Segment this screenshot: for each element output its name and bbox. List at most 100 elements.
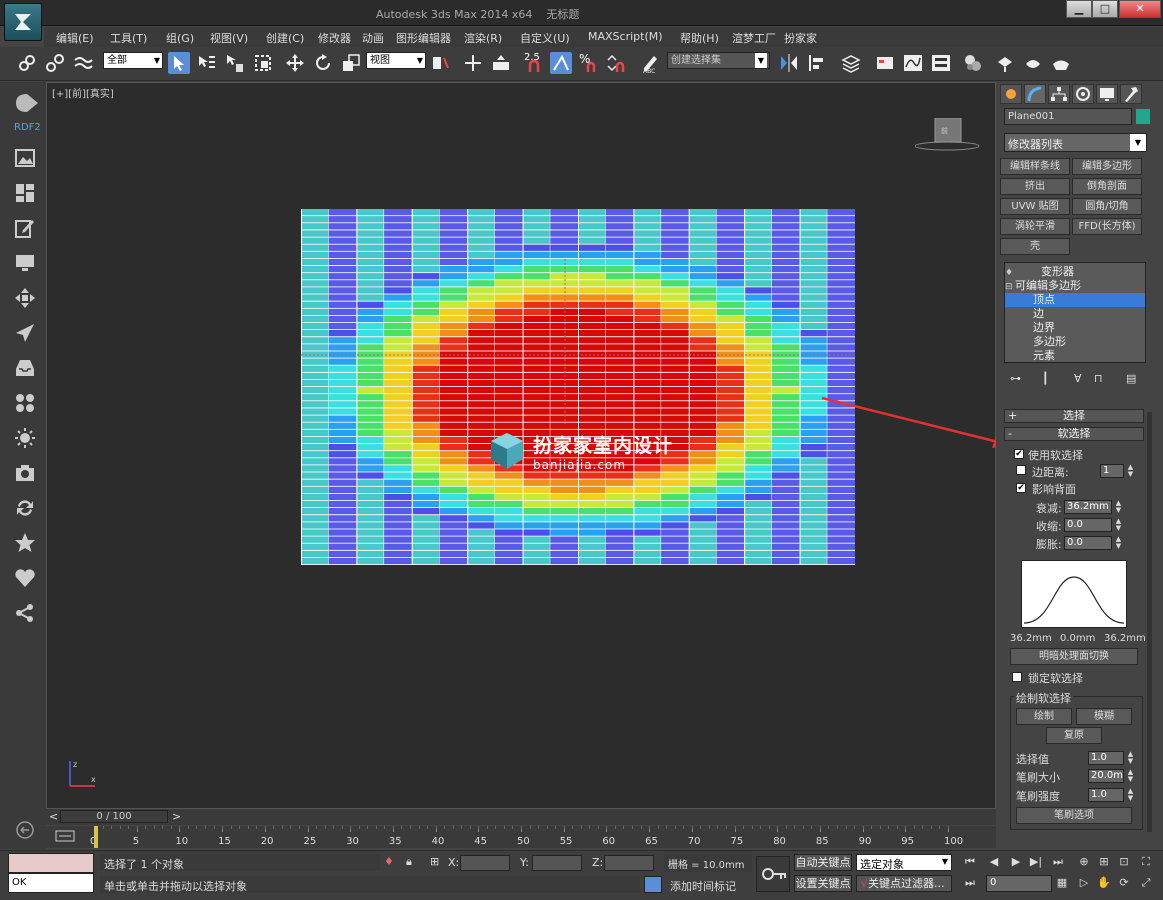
percent-snap-icon[interactable]: % bbox=[578, 52, 600, 74]
modifier-button-1[interactable]: 编辑多边形 bbox=[1072, 158, 1142, 175]
pinch-spinner[interactable]: 0.0 bbox=[1064, 518, 1112, 532]
revert-button[interactable]: 复原 bbox=[1046, 727, 1102, 744]
blur-button[interactable]: 模糊 bbox=[1076, 708, 1132, 725]
edit-named-selection-icon[interactable]: ABC bbox=[640, 52, 662, 75]
menu-item-13[interactable]: 扮家家 bbox=[784, 30, 817, 46]
object-name-field[interactable]: Plane001 bbox=[1004, 108, 1132, 125]
maximize-viewport-icon[interactable]: ⤢ bbox=[1138, 875, 1154, 891]
modifier-button-0[interactable]: 编辑样条线 bbox=[1000, 158, 1070, 175]
brush-strength-spinner[interactable]: 1.0 bbox=[1088, 788, 1124, 802]
menu-item-2[interactable]: 组(G) bbox=[166, 30, 194, 46]
time-configuration-icon[interactable]: ▦ bbox=[1054, 875, 1070, 891]
rotate-icon[interactable] bbox=[312, 52, 334, 74]
previous-frame-icon[interactable]: ◀ bbox=[986, 854, 1002, 870]
remove-modifier-icon[interactable]: ⊓ bbox=[1094, 372, 1103, 385]
monitor-icon[interactable] bbox=[14, 252, 36, 274]
key-mode-dropdown[interactable]: 选定对象 ▼ bbox=[856, 854, 952, 871]
edge-distance-spinner[interactable]: 1 bbox=[1100, 464, 1124, 478]
collapse-icon[interactable]: ⊟ bbox=[1005, 280, 1013, 294]
menu-item-6[interactable]: 动画 bbox=[362, 30, 384, 46]
menu-item-9[interactable]: 自定义(U) bbox=[520, 30, 570, 46]
star-icon[interactable] bbox=[14, 532, 36, 554]
field-of-view-icon[interactable]: ▷ bbox=[1076, 875, 1092, 891]
menu-item-5[interactable]: 修改器 bbox=[318, 30, 351, 46]
light-bulb-icon[interactable]: ♦ bbox=[1005, 266, 1015, 280]
selection-lock-icon[interactable]: 🔒︎ bbox=[406, 855, 412, 869]
menu-item-10[interactable]: MAXScript(M) bbox=[588, 30, 663, 43]
stack-item[interactable]: 元素 bbox=[1005, 349, 1145, 363]
align-icon[interactable] bbox=[806, 52, 828, 74]
go-to-end-icon[interactable]: ⏭ bbox=[1050, 854, 1066, 870]
maxscript-listener-output[interactable]: OK bbox=[8, 873, 94, 893]
menu-item-11[interactable]: 帮助(H) bbox=[680, 30, 719, 46]
rendered-frame-window-icon[interactable] bbox=[1022, 52, 1044, 74]
share-icon[interactable] bbox=[14, 602, 36, 624]
stack-item[interactable]: 边 bbox=[1005, 307, 1145, 321]
render-production-icon[interactable] bbox=[1050, 52, 1072, 74]
tab-display[interactable] bbox=[1096, 84, 1118, 104]
auto-key-button[interactable]: 自动关键点 bbox=[794, 854, 852, 871]
current-frame-marker[interactable] bbox=[94, 826, 98, 848]
sync-icon[interactable] bbox=[14, 497, 36, 519]
time-slider-handle[interactable]: 0 / 100 bbox=[60, 810, 168, 823]
brush-size-spinner[interactable]: 20.0mm bbox=[1088, 769, 1124, 783]
time-prev-arrow[interactable]: < bbox=[49, 810, 58, 823]
stack-item[interactable]: 多边形 bbox=[1005, 335, 1145, 349]
maximize-button[interactable]: □ bbox=[1092, 0, 1118, 18]
stack-item[interactable]: 顶点 bbox=[1005, 293, 1145, 307]
menu-item-1[interactable]: 工具(T) bbox=[110, 30, 147, 46]
menu-item-4[interactable]: 创建(C) bbox=[266, 30, 304, 46]
stack-item[interactable]: ♦ 变形器 bbox=[1005, 265, 1145, 279]
isolate-selection-icon[interactable]: ♦ bbox=[384, 855, 394, 868]
viewport-label[interactable]: [+][前][真实] bbox=[52, 85, 114, 100]
add-time-tag[interactable]: 添加时间标记 bbox=[670, 878, 736, 894]
brush-options-button[interactable]: 笔刷选项 bbox=[1016, 807, 1132, 824]
pin-stack-icon[interactable]: ⊶ bbox=[1010, 372, 1021, 385]
menu-item-7[interactable]: 图形编辑器 bbox=[396, 30, 451, 46]
snaps-toggle-icon[interactable]: 2.5 bbox=[522, 52, 544, 74]
stack-item[interactable]: ⊟ 可编辑多边形 bbox=[1005, 279, 1145, 293]
edge-distance-spinner-arrows[interactable]: ▲ ▼ bbox=[1126, 464, 1135, 478]
rollout-soft-selection-header[interactable]: - 软选择 bbox=[1004, 427, 1144, 441]
tab-utilities[interactable] bbox=[1120, 84, 1142, 104]
airplane-icon[interactable] bbox=[14, 322, 36, 344]
dashboard-icon[interactable] bbox=[14, 182, 36, 204]
time-tag-icon[interactable] bbox=[644, 876, 662, 893]
selection-filter-dropdown[interactable]: 全部 ▼ bbox=[103, 52, 163, 69]
modifier-button-3[interactable]: 倒角剖面 bbox=[1072, 178, 1142, 195]
zoom-extents-icon[interactable]: ⊡ bbox=[1116, 854, 1132, 870]
menu-item-12[interactable]: 渲梦工厂 bbox=[732, 30, 776, 46]
stack-item[interactable]: 边界 bbox=[1005, 321, 1145, 335]
key-filters-button[interactable]: √关键点过滤器... bbox=[856, 875, 952, 892]
angle-snap-icon[interactable] bbox=[550, 52, 572, 74]
minimize-button[interactable]: ▁ bbox=[1066, 0, 1092, 18]
key-mode-toggle-icon[interactable]: ⏭ bbox=[962, 875, 978, 891]
heart-icon[interactable] bbox=[14, 567, 36, 589]
link-icon[interactable] bbox=[16, 52, 38, 74]
spinner-snap-icon[interactable] bbox=[606, 52, 628, 74]
softselection-plane-mesh[interactable] bbox=[301, 209, 855, 565]
falloff-spinner-arrows[interactable]: ▲ ▼ bbox=[1114, 500, 1123, 514]
apps-grid-icon[interactable] bbox=[14, 392, 36, 414]
pinch-spinner-arrows[interactable]: ▲ ▼ bbox=[1114, 518, 1123, 532]
zoom-all-icon[interactable]: ⊞ bbox=[1096, 854, 1112, 870]
command-panel-scrollbar[interactable] bbox=[1147, 412, 1152, 832]
select-region-icon[interactable] bbox=[224, 52, 246, 74]
material-editor-icon[interactable] bbox=[962, 52, 984, 74]
window-crossing-icon[interactable] bbox=[252, 52, 274, 74]
reference-coordinate-dropdown[interactable]: 视图 ▼ bbox=[366, 52, 426, 69]
mini-curve-editor-icon[interactable] bbox=[54, 828, 76, 844]
modifier-button-8[interactable]: 壳 bbox=[1000, 238, 1070, 255]
sun-icon[interactable] bbox=[14, 427, 36, 449]
paint-button[interactable]: 绘制 bbox=[1016, 708, 1072, 725]
pivot-center-icon[interactable] bbox=[430, 52, 452, 74]
time-next-arrow[interactable]: > bbox=[172, 810, 181, 823]
keyboard-shortcut-override-icon[interactable] bbox=[490, 52, 512, 74]
object-color-swatch[interactable] bbox=[1136, 109, 1150, 124]
selection-value-spinner-arrows[interactable]: ▲ ▼ bbox=[1126, 751, 1135, 765]
track-bar[interactable]: 0510152025303540455055606570758085909510… bbox=[46, 826, 996, 848]
viewcube[interactable]: 前 bbox=[915, 118, 980, 151]
select-by-name-icon[interactable] bbox=[196, 52, 218, 74]
x-coordinate-field[interactable] bbox=[460, 855, 510, 871]
use-soft-selection-checkbox[interactable]: ✔ bbox=[1014, 449, 1024, 459]
